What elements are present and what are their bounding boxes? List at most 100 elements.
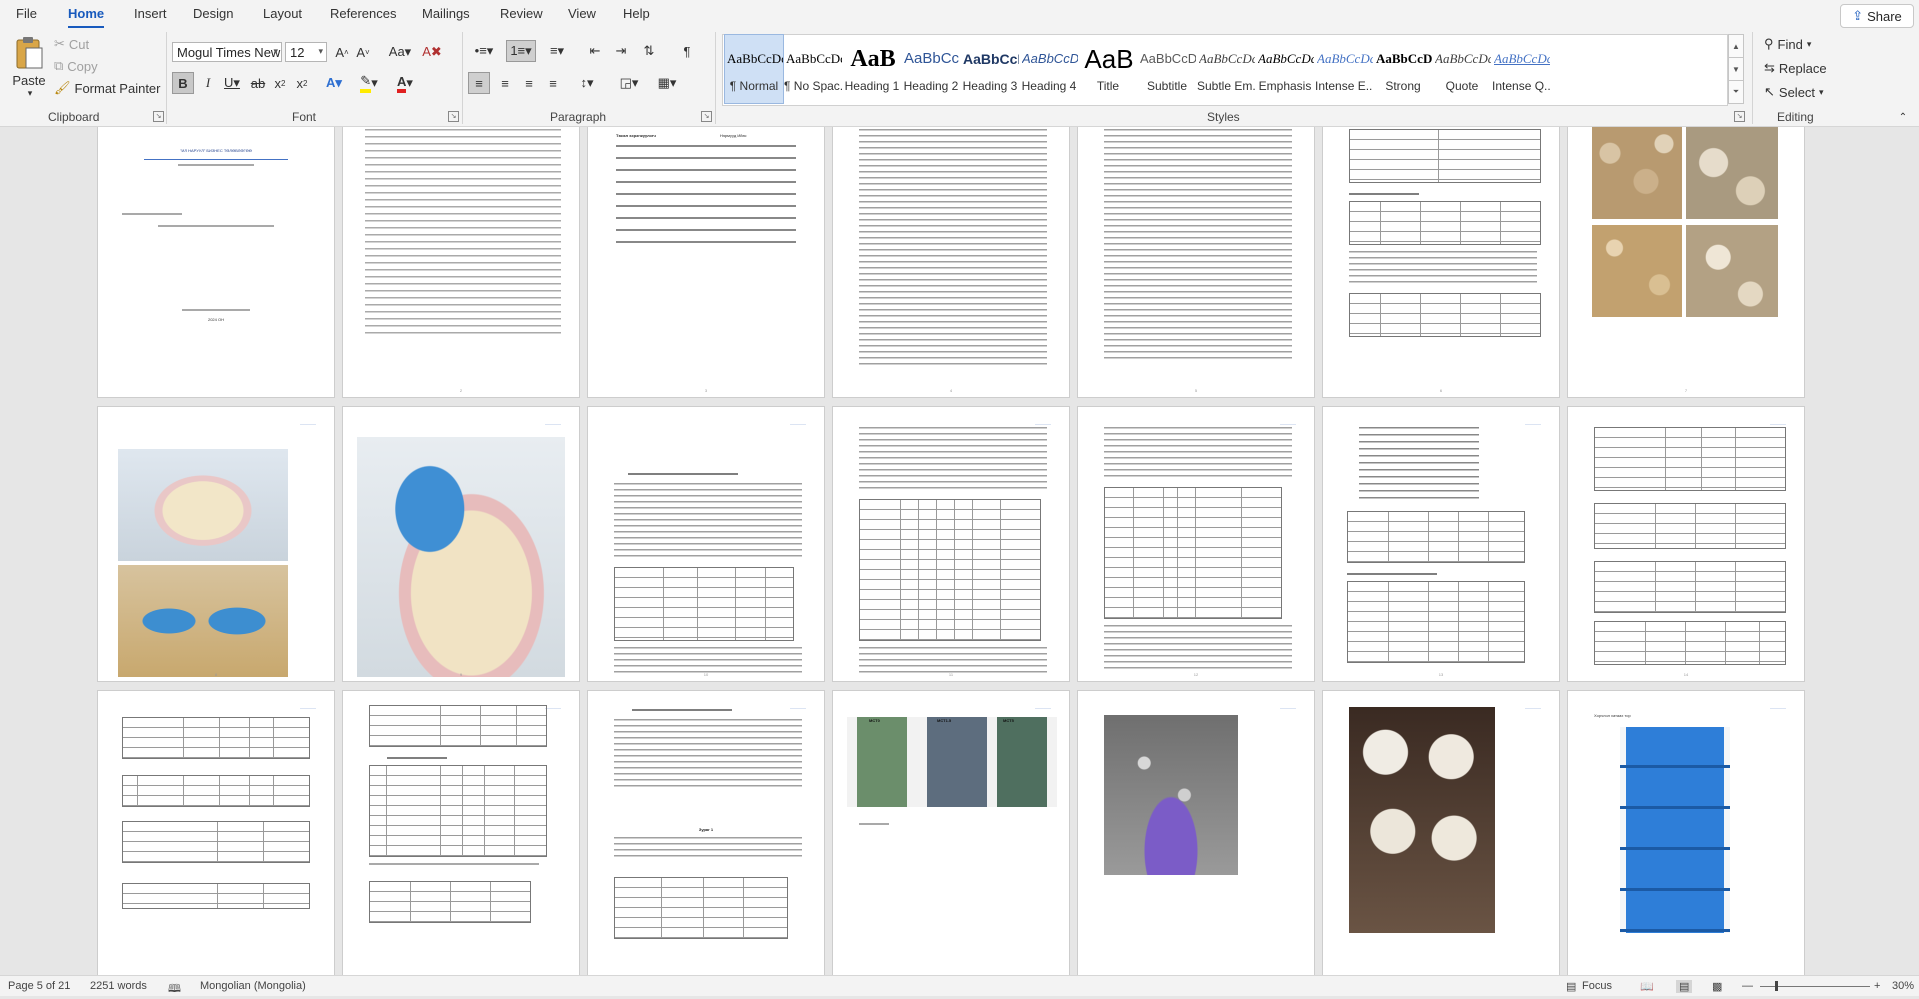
format-painter-button[interactable]: 🖌 Format Painter	[54, 80, 161, 96]
style-no-spac[interactable]: AaBbCcDc ¶ No Spac...	[784, 35, 842, 103]
page[interactable]: ————	[343, 691, 579, 975]
chevron-down-icon[interactable]: ▾	[20, 88, 40, 98]
page[interactable]: ————	[1323, 691, 1559, 975]
style-intense-e[interactable]: AaBbCcDc Intense E...	[1315, 35, 1373, 103]
highlight-color-icon[interactable]: ✎ ▾	[354, 72, 384, 94]
shrink-font-icon[interactable]: A ˅	[353, 42, 373, 62]
tab-help[interactable]: Help	[623, 6, 650, 21]
share-button[interactable]: ⇪ Share	[1840, 4, 1914, 28]
tab-design[interactable]: Design	[193, 6, 233, 21]
style-quote[interactable]: AaBbCcDc Quote	[1433, 35, 1491, 103]
zoom-out-icon[interactable]: —	[1742, 980, 1753, 992]
page[interactable]: ———— 14	[1568, 407, 1804, 681]
decrease-indent-icon[interactable]: ⇤	[584, 40, 606, 62]
language-status[interactable]: Mongolian (Mongolia)	[200, 980, 306, 992]
style-normal[interactable]: AaBbCcDc ¶ Normal	[724, 34, 784, 104]
page[interactable]: 6	[1323, 127, 1559, 397]
select-button[interactable]: ↖ Select ▾	[1764, 82, 1824, 102]
zoom-in-icon[interactable]: +	[1874, 980, 1880, 992]
italic-icon[interactable]: I	[198, 72, 218, 94]
tab-home[interactable]: Home	[68, 6, 104, 21]
clear-formatting-icon[interactable]: A✖	[422, 42, 442, 62]
page[interactable]: 4	[833, 127, 1069, 397]
cut-button[interactable]: ✂ Cut	[54, 36, 89, 52]
line-spacing-icon[interactable]: ↕▾	[572, 72, 602, 94]
sort-icon[interactable]: ⇅	[638, 40, 660, 62]
word-count[interactable]: 2251 words	[90, 980, 147, 992]
style-subtle-em[interactable]: AaBbCcDc Subtle Em...	[1197, 35, 1255, 103]
zoom-level[interactable]: 30%	[1892, 980, 1914, 992]
tab-view[interactable]: View	[568, 6, 596, 21]
page[interactable]: ———— 13	[1323, 407, 1559, 681]
gallery-scroll-up-icon[interactable]: ▲	[1728, 34, 1744, 58]
style-heading-4[interactable]: AaBbCcD Heading 4	[1020, 35, 1078, 103]
page[interactable]: ———— 8	[98, 407, 334, 681]
page[interactable]: Төсөл хэрэгжүүлэгч Нэрмүүд Ийэс 3	[588, 127, 824, 397]
page[interactable]: ———— Хорчлол хатаах тор	[1568, 691, 1804, 975]
font-size-select[interactable]: 12 ▾	[285, 42, 327, 62]
collapse-ribbon-icon[interactable]: ⌃	[1896, 110, 1910, 124]
style-heading-2[interactable]: AaBbCcI Heading 2	[902, 35, 960, 103]
tab-file[interactable]: File	[16, 6, 37, 21]
subscript-icon[interactable]: x2	[270, 72, 290, 94]
read-mode-icon[interactable]: 📖	[1640, 980, 1654, 993]
tab-mailings[interactable]: Mailings	[422, 6, 470, 21]
change-case-icon[interactable]: Aa▾	[386, 42, 414, 62]
page-count[interactable]: Page 5 of 21	[8, 980, 70, 992]
gallery-more-icon[interactable]: ⏷	[1728, 80, 1744, 104]
text-effects-icon[interactable]: A▾	[320, 72, 348, 94]
print-layout-icon[interactable]: ▤	[1676, 980, 1693, 993]
font-name-select[interactable]: Mogul Times New ▾	[172, 42, 282, 62]
find-button[interactable]: ⚲ Find ▾	[1764, 34, 1811, 54]
align-left-icon[interactable]: ≡	[468, 72, 490, 94]
style-intense-q[interactable]: AaBbCcDc Intense Q...	[1492, 35, 1550, 103]
style-heading-3[interactable]: AaBbCcI Heading 3	[961, 35, 1019, 103]
borders-icon[interactable]: ▦▾	[652, 72, 682, 94]
page[interactable]: ————	[1078, 691, 1314, 975]
style-strong[interactable]: AaBbCcDc Strong	[1374, 35, 1432, 103]
clipboard-launcher-icon[interactable]: ↘	[153, 111, 164, 122]
strikethrough-icon[interactable]: ab	[248, 72, 268, 94]
paragraph-launcher-icon[interactable]: ↘	[701, 111, 712, 122]
replace-button[interactable]: ⇆ Replace	[1764, 58, 1827, 78]
page[interactable]: 5	[1078, 127, 1314, 397]
page[interactable]: ———— МСТ0 МСТ1.5 МСТ5	[833, 691, 1069, 975]
style-heading-1[interactable]: AaB Heading 1	[843, 35, 901, 103]
page[interactable]: "ИЛ НАРУУЛ" БИЗНЕС ТӨЛӨВЛӨГӨӨ 2024 ОН	[98, 127, 334, 397]
web-layout-icon[interactable]: ▩	[1712, 980, 1722, 993]
bold-icon[interactable]: B	[172, 72, 194, 94]
tab-insert[interactable]: Insert	[134, 6, 167, 21]
paste-button[interactable]	[10, 34, 48, 74]
page[interactable]: ———— 10	[588, 407, 824, 681]
increase-indent-icon[interactable]: ⇥	[610, 40, 632, 62]
pilcrow-icon[interactable]: ¶	[676, 40, 698, 62]
tab-layout[interactable]: Layout	[263, 6, 302, 21]
zoom-slider-thumb[interactable]	[1775, 981, 1778, 991]
superscript-icon[interactable]: x2	[292, 72, 312, 94]
focus-mode-button[interactable]: Focus	[1582, 980, 1612, 992]
shading-icon[interactable]: ◲▾	[614, 72, 644, 94]
style-subtitle[interactable]: AaBbCcD Subtitle	[1138, 35, 1196, 103]
align-right-icon[interactable]: ≡	[518, 72, 540, 94]
copy-button[interactable]: ⧉ Copy	[54, 58, 98, 74]
page[interactable]: ———— 11	[833, 407, 1069, 681]
styles-launcher-icon[interactable]: ↘	[1734, 111, 1745, 122]
page[interactable]: ————	[98, 691, 334, 975]
focus-icon[interactable]: ▤	[1566, 980, 1576, 993]
page[interactable]: 2	[343, 127, 579, 397]
grow-font-icon[interactable]: A ˄	[332, 42, 352, 62]
document-multipage-view[interactable]: "ИЛ НАРУУЛ" БИЗНЕС ТӨЛӨВЛӨГӨӨ 2024 ОН 2 …	[0, 127, 1919, 975]
page[interactable]: ———— Зураг 1	[588, 691, 824, 975]
gallery-scroll-down-icon[interactable]: ▼	[1728, 57, 1744, 81]
page[interactable]: ———— 9	[343, 407, 579, 681]
page[interactable]: 7	[1568, 127, 1804, 397]
proofing-icon[interactable]: 🕮	[168, 980, 181, 999]
bullets-icon[interactable]: •≡▾	[470, 40, 498, 62]
align-center-icon[interactable]: ≡	[494, 72, 516, 94]
numbering-icon[interactable]: 1≡▾	[506, 40, 536, 62]
style-emphasis[interactable]: AaBbCcDc Emphasis	[1256, 35, 1314, 103]
multilevel-list-icon[interactable]: ≡▾	[542, 40, 572, 62]
tab-references[interactable]: References	[330, 6, 396, 21]
tab-review[interactable]: Review	[500, 6, 543, 21]
page[interactable]: ———— 12	[1078, 407, 1314, 681]
